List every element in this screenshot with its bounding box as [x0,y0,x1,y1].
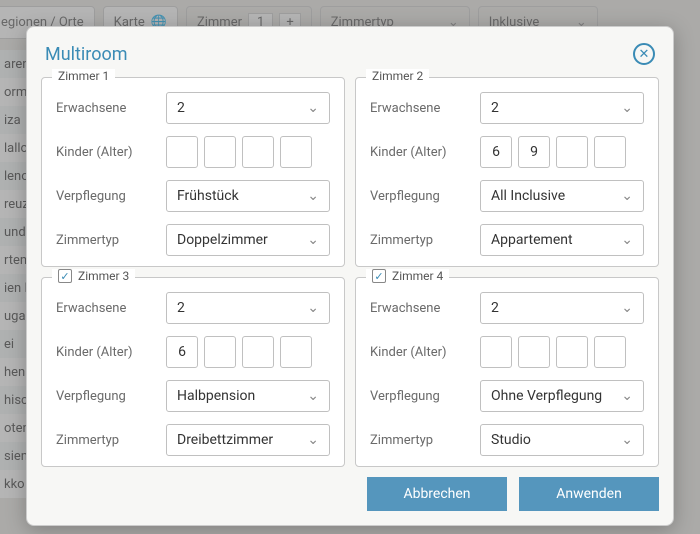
close-button[interactable]: ✕ [633,43,655,65]
room-legend: Zimmer 1 [52,69,115,83]
child-age-input[interactable] [204,136,236,168]
room-panel-3: ✓Zimmer 3Erwachsene2⌄Kinder (Alter)Verpf… [41,277,345,467]
roomtype-select-value: Doppelzimmer [177,232,268,248]
field-label: Erwachsene [370,301,480,316]
child-age-input[interactable] [166,136,198,168]
field-label: Erwachsene [56,301,166,316]
child-age-input[interactable] [518,136,550,168]
room-legend-label: Zimmer 2 [372,69,423,83]
adults-select-value: 2 [177,100,185,116]
chevron-down-icon: ⌄ [621,232,633,248]
field-label: Kinder (Alter) [56,145,166,160]
chevron-down-icon: ⌄ [621,388,633,404]
field-label: Verpflegung [370,189,480,204]
field-label: Zimmertyp [56,433,166,448]
child-age-input[interactable] [594,136,626,168]
child-age-input[interactable] [242,336,274,368]
board-select[interactable]: Frühstück ⌄ [166,180,330,212]
chevron-down-icon: ⌄ [307,100,319,116]
chevron-down-icon: ⌄ [621,100,633,116]
room-legend: ✓ Zimmer 3 [52,269,135,283]
multiroom-modal: Multiroom ✕ Zimmer 1Erwachsene2⌄Kinder (… [26,26,674,526]
child-age-input[interactable] [556,136,588,168]
roomtype-select-value: Studio [491,432,531,448]
room-panel-1: Zimmer 1Erwachsene2⌄Kinder (Alter)Verpfl… [41,77,345,267]
board-select[interactable]: Ohne Verpflegung ⌄ [480,380,644,412]
chevron-down-icon: ⌄ [621,188,633,204]
room-legend: ✓ Zimmer 4 [366,269,449,283]
room-legend: Zimmer 2 [366,69,429,83]
child-age-input[interactable] [518,336,550,368]
adults-select-value: 2 [491,100,499,116]
roomtype-select[interactable]: Dreibettzimmer ⌄ [166,424,330,456]
roomtype-select-value: Appartement [491,232,573,248]
room-legend-label: Zimmer 1 [58,69,109,83]
board-select[interactable]: All Inclusive ⌄ [480,180,644,212]
room-enable-checkbox[interactable]: ✓ [58,269,72,283]
child-age-input[interactable] [280,136,312,168]
child-age-input[interactable] [166,336,198,368]
room-legend-label: Zimmer 4 [392,269,443,283]
roomtype-select[interactable]: Appartement ⌄ [480,224,644,256]
adults-select[interactable]: 2⌄ [480,92,644,124]
roomtype-select-value: Dreibettzimmer [177,432,273,448]
chevron-down-icon: ⌄ [307,232,319,248]
child-age-input[interactable] [480,136,512,168]
child-age-input[interactable] [280,336,312,368]
room-panel-2: Zimmer 2Erwachsene2⌄Kinder (Alter)Verpfl… [355,77,659,267]
adults-select-value: 2 [177,300,185,316]
chevron-down-icon: ⌄ [307,188,319,204]
roomtype-select[interactable]: Doppelzimmer ⌄ [166,224,330,256]
field-label: Erwachsene [56,101,166,116]
field-label: Verpflegung [56,389,166,404]
room-legend-label: Zimmer 3 [78,269,129,283]
field-label: Kinder (Alter) [56,345,166,360]
apply-button[interactable]: Anwenden [519,477,659,511]
board-select-value: All Inclusive [491,188,565,204]
child-age-input[interactable] [204,336,236,368]
board-select-value: Halbpension [177,388,255,404]
board-select-value: Ohne Verpflegung [491,388,602,404]
chevron-down-icon: ⌄ [307,388,319,404]
field-label: Zimmertyp [370,433,480,448]
board-select[interactable]: Halbpension ⌄ [166,380,330,412]
roomtype-select[interactable]: Studio ⌄ [480,424,644,456]
adults-select[interactable]: 2⌄ [166,292,330,324]
field-label: Zimmertyp [56,233,166,248]
adults-select[interactable]: 2⌄ [480,292,644,324]
chevron-down-icon: ⌄ [621,432,633,448]
child-age-input[interactable] [594,336,626,368]
board-select-value: Frühstück [177,188,239,204]
field-label: Kinder (Alter) [370,345,480,360]
adults-select-value: 2 [491,300,499,316]
child-age-input[interactable] [556,336,588,368]
cancel-button[interactable]: Abbrechen [367,477,507,511]
modal-title: Multiroom [45,44,128,65]
chevron-down-icon: ⌄ [621,300,633,316]
chevron-down-icon: ⌄ [307,432,319,448]
field-label: Verpflegung [56,189,166,204]
field-label: Verpflegung [370,389,480,404]
chevron-down-icon: ⌄ [307,300,319,316]
close-icon: ✕ [639,47,650,62]
field-label: Zimmertyp [370,233,480,248]
field-label: Erwachsene [370,101,480,116]
room-enable-checkbox[interactable]: ✓ [372,269,386,283]
field-label: Kinder (Alter) [370,145,480,160]
child-age-input[interactable] [480,336,512,368]
room-panel-4: ✓Zimmer 4Erwachsene2⌄Kinder (Alter)Verpf… [355,277,659,467]
adults-select[interactable]: 2⌄ [166,92,330,124]
child-age-input[interactable] [242,136,274,168]
